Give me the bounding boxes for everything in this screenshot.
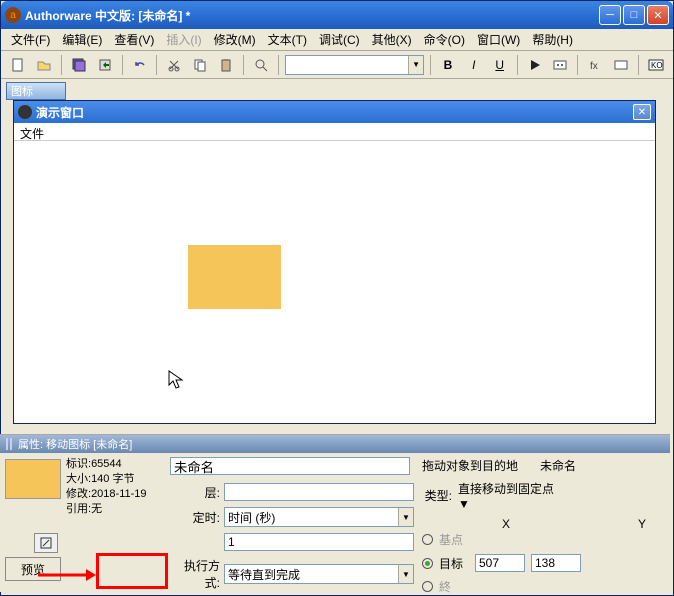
minimize-button[interactable]: ─	[599, 5, 621, 25]
properties-info: 标识:65544 大小:140 字节 修改:2018-11-19 引用:无	[66, 457, 147, 589]
end-label: 終	[439, 578, 469, 595]
properties-panel: 属性: 移动图标 [未命名] 预览 标识:65544 大小:140 字节 修改:…	[0, 434, 670, 592]
menu-debug[interactable]: 调试(C)	[313, 29, 366, 50]
properties-title: 属性: 移动图标 [未命名]	[18, 436, 132, 452]
italic-button[interactable]: I	[463, 54, 485, 76]
y-input[interactable]	[531, 554, 581, 572]
drag-hint-label: 拖动对象到目的地	[422, 457, 518, 474]
copy-button[interactable]	[189, 54, 211, 76]
bold-button[interactable]: B	[437, 54, 459, 76]
end-radio	[422, 581, 433, 592]
x-header: X	[502, 517, 510, 531]
demo-titlebar: 演示窗口 ✕	[14, 101, 655, 123]
type-combo[interactable]: 直接移动到固定点▼	[458, 480, 666, 511]
close-button[interactable]: ✕	[647, 5, 669, 25]
layer-label: 层:	[170, 484, 220, 501]
layer-input[interactable]	[224, 483, 414, 501]
base-radio	[422, 534, 433, 545]
demo-close-button[interactable]: ✕	[633, 104, 651, 120]
control-panel-button[interactable]	[550, 54, 572, 76]
timing-label: 定时:	[170, 509, 220, 526]
properties-header: 属性: 移动图标 [未命名]	[0, 435, 670, 453]
menu-window[interactable]: 窗口(W)	[471, 29, 526, 50]
app-icon: a	[5, 7, 21, 23]
ko-button[interactable]: KO	[645, 54, 667, 76]
main-titlebar: a Authorware 中文版: [未命名] * ─ □ ✕	[1, 1, 673, 29]
menu-other[interactable]: 其他(X)	[366, 29, 418, 50]
menu-file[interactable]: 文件(F)	[5, 29, 56, 50]
toolbar: ▼ B I U fx KO	[1, 51, 673, 79]
menu-modify[interactable]: 修改(M)	[208, 29, 262, 50]
demo-title: 演示窗口	[36, 104, 633, 121]
maximize-button[interactable]: □	[623, 5, 645, 25]
undo-button[interactable]	[129, 54, 151, 76]
menu-insert: 插入(I)	[160, 29, 207, 50]
open-button[interactable]	[33, 54, 55, 76]
timing-number-input[interactable]	[224, 533, 414, 551]
cut-button[interactable]	[163, 54, 185, 76]
menu-help[interactable]: 帮助(H)	[526, 29, 579, 50]
x-input[interactable]	[475, 554, 525, 572]
functions-button[interactable]: fx	[584, 54, 606, 76]
import-button[interactable]	[94, 54, 116, 76]
demo-window: 演示窗口 ✕ 文件	[13, 100, 656, 424]
exec-combo[interactable]: 等待直到完成▼	[224, 564, 414, 584]
run-button[interactable]	[524, 54, 546, 76]
exec-label: 执行方式:	[170, 557, 220, 591]
menubar: 文件(F) 编辑(E) 查看(V) 插入(I) 修改(M) 文本(T) 调试(C…	[1, 29, 673, 51]
icon-panel-header: 图标	[6, 82, 66, 100]
gripper-icon[interactable]	[6, 438, 12, 450]
preview-button[interactable]: 预览	[5, 557, 61, 581]
timing-combo[interactable]: 时间 (秒)▼	[224, 507, 414, 527]
new-button[interactable]	[7, 54, 29, 76]
name-input[interactable]	[170, 457, 410, 475]
save-all-button[interactable]	[68, 54, 90, 76]
find-button[interactable]	[250, 54, 272, 76]
style-combo[interactable]: ▼	[285, 55, 424, 75]
base-label: 基点	[439, 531, 469, 548]
thumbnail	[5, 459, 61, 499]
dest-name: 未命名	[540, 457, 576, 474]
demo-menubar: 文件	[14, 123, 655, 141]
y-header: Y	[638, 517, 646, 531]
menu-command[interactable]: 命令(O)	[418, 29, 471, 50]
demo-canvas[interactable]	[14, 141, 655, 423]
underline-button[interactable]: U	[489, 54, 511, 76]
demo-menu-file[interactable]: 文件	[20, 127, 44, 141]
svg-text:KO: KO	[651, 61, 663, 70]
type-label: 类型:	[422, 487, 452, 504]
paste-button[interactable]	[215, 54, 237, 76]
target-radio[interactable]	[422, 558, 433, 569]
menu-text[interactable]: 文本(T)	[262, 29, 313, 50]
menu-view[interactable]: 查看(V)	[108, 29, 160, 50]
svg-text:fx: fx	[590, 61, 598, 72]
window-title: Authorware 中文版: [未命名] *	[25, 7, 599, 24]
demo-rectangle[interactable]	[188, 245, 281, 309]
edit-icon-button[interactable]	[34, 533, 58, 553]
target-label: 目标	[439, 555, 469, 572]
demo-icon	[18, 105, 32, 119]
variables-button[interactable]	[610, 54, 632, 76]
menu-edit[interactable]: 编辑(E)	[56, 29, 108, 50]
